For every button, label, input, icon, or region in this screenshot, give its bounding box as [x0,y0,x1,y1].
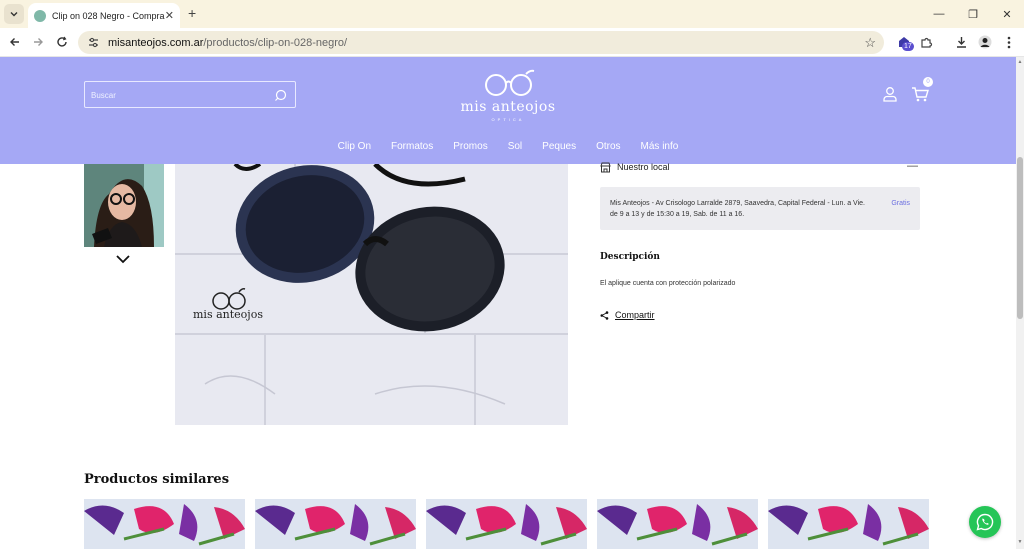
woman-with-glasses-photo [84,164,164,247]
product-main-image[interactable]: mis anteojos [175,164,568,425]
arrow-left-icon [10,38,19,46]
search-box [84,81,296,108]
user-account-icon[interactable] [882,86,898,102]
back-button[interactable] [7,34,23,50]
share-icon [600,310,609,320]
restore-button[interactable]: ❐ [956,0,990,28]
new-tab-button[interactable]: + [188,5,196,21]
reload-button[interactable] [54,34,70,50]
flowers-image [84,499,245,549]
browser-tab-bar: Clip on 028 Negro - Comprar e ✕ + — ❐ ✕ [0,0,1024,28]
shopping-cart-icon[interactable] [911,86,929,102]
store-pickup-row[interactable]: Nuestro local — [600,160,920,176]
download-icon[interactable] [953,34,969,50]
tab-search-button[interactable] [4,4,24,24]
whatsapp-button[interactable] [969,506,1001,538]
flowers-image [426,499,587,549]
chevron-down-icon [10,12,18,17]
flowers-image [597,499,758,549]
product-thumbnail[interactable] [84,164,164,247]
minimize-button[interactable]: — [922,0,956,28]
glasses-logo-icon [485,69,535,96]
sunglasses-photo [175,164,568,425]
similar-product-card[interactable] [255,499,416,549]
collapse-icon[interactable]: — [907,160,918,172]
window-controls: — ❐ ✕ [922,0,1024,28]
page-scrollbar[interactable]: ▲ ▼ [1016,57,1024,549]
scroll-up-icon[interactable]: ▲ [1016,59,1024,67]
extension-badge: 17 [902,42,914,51]
site-info-icon[interactable] [86,36,100,50]
share-button[interactable]: Compartir [600,309,655,321]
nav-item-mas-info[interactable]: Más info [631,141,689,152]
main-navigation: Clip On Formatos Promos Sol Peques Otros… [0,141,1016,152]
whatsapp-icon [976,513,994,531]
logo-wordmark: mis anteojos [460,99,556,115]
similar-product-card[interactable] [597,499,758,549]
nav-item-formatos[interactable]: Formatos [381,141,443,152]
browser-menu-icon[interactable] [1001,34,1017,50]
cart-count-badge: 0 [923,77,933,87]
url-path: /productos/clip-on-028-negro/ [203,36,348,49]
nav-item-peques[interactable]: Peques [532,141,586,152]
bookmark-star-icon[interactable]: ☆ [864,35,876,51]
browser-tab[interactable]: Clip on 028 Negro - Comprar e ✕ [28,3,180,28]
extensions-puzzle-icon[interactable] [918,34,934,50]
store-label: Nuestro local [617,162,670,172]
similar-product-card[interactable] [426,499,587,549]
similar-product-card[interactable] [768,499,929,549]
thumbnails-scroll-down-icon[interactable] [115,253,131,265]
store-icon [600,162,611,173]
store-pickup-option[interactable]: Mis Anteojos - Av Crisologo Larralde 287… [600,187,920,230]
image-watermark-text: mis anteojos [193,308,263,321]
search-icon[interactable] [274,89,287,102]
description-title: Descripción [600,252,660,262]
logo-subtitle: OPTICA [491,117,525,122]
close-tab-icon[interactable]: ✕ [165,9,174,22]
store-price: Gratis [891,200,910,207]
nav-item-otros[interactable]: Otros [586,141,630,152]
close-window-button[interactable]: ✕ [990,0,1024,28]
scrollbar-thumb[interactable] [1017,157,1023,319]
similar-products-title: Productos similares [84,472,230,487]
url-domain: misanteojos.com.ar [108,36,204,49]
scroll-down-icon[interactable]: ▼ [1016,539,1024,547]
site-logo[interactable]: mis anteojos OPTICA [446,67,570,122]
arrow-right-icon [34,38,43,46]
forward-button[interactable] [30,34,46,50]
search-input[interactable] [91,88,261,102]
favicon-icon [34,9,46,22]
profile-avatar-icon[interactable] [977,34,993,50]
nav-item-sol[interactable]: Sol [498,141,532,152]
tab-title: Clip on 028 Negro - Comprar e [52,10,165,21]
address-bar[interactable]: misanteojos.com.ar /productos/clip-on-02… [78,31,884,54]
nav-item-clip-on[interactable]: Clip On [328,141,381,152]
description-text: El aplique cuenta con protección polariz… [600,280,736,287]
similar-product-card[interactable] [84,499,245,549]
site-header: mis anteojos OPTICA 0 Clip On Formatos P… [0,57,1016,164]
flowers-image [768,499,929,549]
store-address: Mis Anteojos - Av Crisologo Larralde 287… [610,200,865,218]
reload-icon [57,36,67,47]
flowers-image [255,499,416,549]
browser-toolbar: misanteojos.com.ar /productos/clip-on-02… [0,28,1024,57]
share-label: Compartir [615,310,655,320]
nav-item-promos[interactable]: Promos [443,141,497,152]
